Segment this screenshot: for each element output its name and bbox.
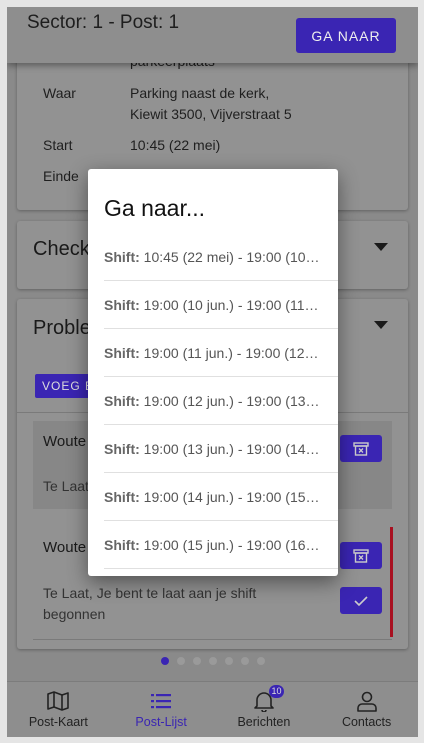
nav-post-kaart[interactable]: Post-Kaart <box>7 682 110 737</box>
alert-indicator <box>390 527 393 637</box>
page-title: Sector: 1 - Post: 1 <box>27 12 180 33</box>
check-icon <box>354 595 368 606</box>
checklist-title: Check <box>33 238 90 260</box>
nav-label: Contacts <box>341 715 392 729</box>
goto-button[interactable]: GA NAAR <box>296 18 396 53</box>
shift-option[interactable]: Shift: 19:00 (13 jun.) - 19:00 (14 jun.) <box>104 425 338 473</box>
problem-description: Te Laat, Je bent te laat aan je shift be… <box>43 585 257 622</box>
where-line-1: Parking naast de kerk, <box>130 85 270 101</box>
nav-label: Post-Kaart <box>28 715 88 729</box>
start-label: Start <box>43 137 73 153</box>
pager-dot[interactable] <box>209 657 217 665</box>
archive-button[interactable] <box>340 435 382 462</box>
chevron-down-icon[interactable] <box>374 321 388 329</box>
end-label: Einde <box>43 168 79 184</box>
shift-prefix: Shift: <box>104 536 140 553</box>
shift-prefix: Shift: <box>104 440 140 457</box>
archive-icon <box>353 548 369 563</box>
shift-prefix: Shift: <box>104 392 140 409</box>
shift-range: 19:00 (10 jun.) - 19:00 (11 jun.) <box>143 296 322 313</box>
shift-range: 19:00 (15 jun.) - 19:00 (16 jun.) <box>143 536 322 553</box>
archive-button[interactable] <box>340 542 382 569</box>
shift-range: 19:00 (12 jun.) - 19:00 (13 jun.) <box>143 392 322 409</box>
goto-dialog: Ga naar... Shift: 10:45 (22 mei) - 19:00… <box>88 169 338 576</box>
person-icon <box>356 691 377 712</box>
shift-option[interactable]: Shift: 19:00 (12 jun.) - 19:00 (13 jun.) <box>104 377 338 425</box>
nav-label: Berichten <box>237 715 291 729</box>
shift-list: Shift: 10:45 (22 mei) - 19:00 (10 jun.) … <box>104 233 338 569</box>
shift-prefix: Shift: <box>104 296 140 313</box>
shift-option[interactable]: Shift: 19:00 (14 jun.) - 19:00 (15 jun.) <box>104 473 338 521</box>
resolve-button[interactable] <box>340 587 382 614</box>
shift-range: 19:00 (14 jun.) - 19:00 (15 jun.) <box>143 488 322 505</box>
archive-icon <box>353 441 369 456</box>
problem-author: Woute <box>43 433 87 450</box>
problem-author: Woute <box>43 539 87 556</box>
pager-dot[interactable] <box>241 657 249 665</box>
list-icon <box>151 694 172 709</box>
shift-prefix: Shift: <box>104 344 140 361</box>
notification-badge: 10 <box>269 685 284 698</box>
map-icon <box>47 691 70 711</box>
shift-range: 10:45 (22 mei) - 19:00 (10 jun.) <box>143 248 322 265</box>
bottom-navigation: Post-Kaart Post-Lijst 10 Berichten Conta… <box>7 681 418 737</box>
app-header: Sector: 1 - Post: 1 GA NAAR <box>7 7 418 63</box>
divider <box>33 639 392 640</box>
where-line-2: Kiewit 3500, Vijverstraat 5 <box>130 106 292 122</box>
dialog-title: Ga naar... <box>104 195 206 221</box>
shift-prefix: Shift: <box>104 488 140 505</box>
shift-option[interactable]: Shift: 10:45 (22 mei) - 19:00 (10 jun.) <box>104 233 338 281</box>
shift-range: 19:00 (13 jun.) - 19:00 (14 jun.) <box>143 440 322 457</box>
start-value: 10:45 (22 mei) <box>130 137 221 153</box>
shift-prefix: Shift: <box>104 248 140 265</box>
problems-title: Proble <box>33 317 91 339</box>
shift-option[interactable]: Shift: 19:00 (10 jun.) - 19:00 (11 jun.) <box>104 281 338 329</box>
nav-label: Post-Lijst <box>135 715 187 729</box>
pager-dots <box>161 657 265 665</box>
shift-option[interactable]: Shift: 19:00 (15 jun.) - 19:00 (16 jun.) <box>104 521 338 569</box>
pager-dot[interactable] <box>257 657 265 665</box>
pager-dot[interactable] <box>225 657 233 665</box>
nav-contacts[interactable]: Contacts <box>315 682 418 737</box>
where-label: Waar <box>43 85 76 101</box>
pager-dot[interactable] <box>177 657 185 665</box>
shift-range: 19:00 (11 jun.) - 19:00 (12 jun.) <box>143 344 322 361</box>
pager-dot[interactable] <box>193 657 201 665</box>
pager-dot[interactable] <box>161 657 169 665</box>
shift-option[interactable]: Shift: 19:00 (11 jun.) - 19:00 (12 jun.) <box>104 329 338 377</box>
nav-berichten[interactable]: 10 Berichten <box>213 682 316 737</box>
nav-post-lijst[interactable]: Post-Lijst <box>110 682 213 737</box>
chevron-down-icon[interactable] <box>374 243 388 251</box>
